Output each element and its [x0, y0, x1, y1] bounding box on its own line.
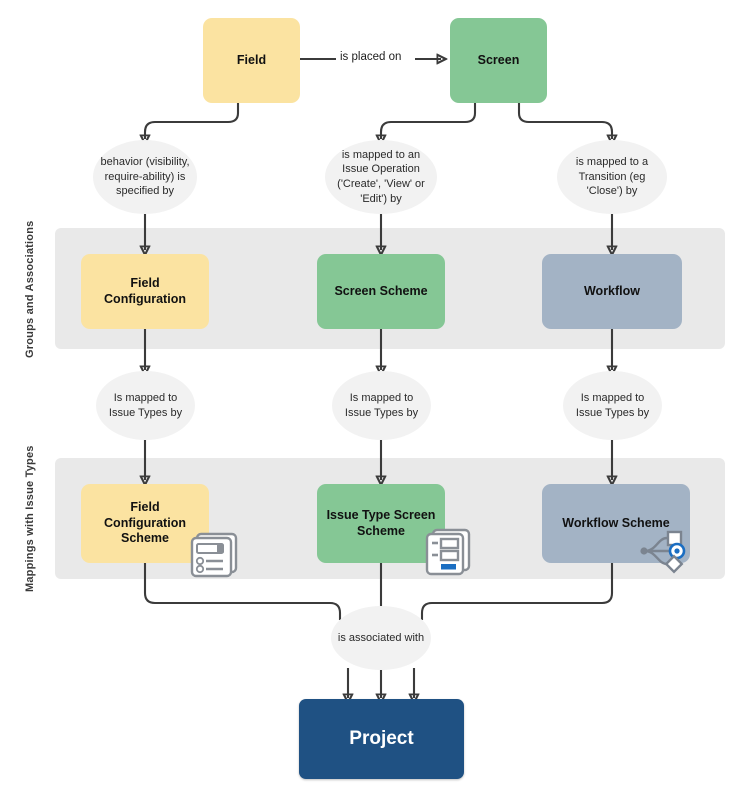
- node-field-configuration-scheme-label: Field Configuration Scheme: [104, 500, 186, 546]
- node-screen-label: Screen: [477, 52, 520, 67]
- band-label-mappings-with-issue-types: Mappings with Issue Types: [24, 445, 36, 593]
- ellipse-mapped-to-issue-types-3: Is mapped to Issue Types by: [563, 371, 662, 440]
- node-field-label: Field: [236, 52, 267, 67]
- node-project[interactable]: Project: [299, 699, 464, 779]
- node-field[interactable]: Field: [203, 18, 300, 103]
- node-field-configuration[interactable]: Field Configuration: [81, 254, 209, 329]
- ellipse-behavior-specified-by: behavior (visibility, require-ability) i…: [93, 140, 197, 214]
- ellipse-mapped-to-transition: is mapped to a Transition (eg 'Close') b…: [557, 140, 667, 214]
- node-screen-scheme[interactable]: Screen Scheme: [317, 254, 445, 329]
- ellipse-mapped-to-issue-types-2: Is mapped to Issue Types by: [332, 371, 431, 440]
- node-field-configuration-label: Field Configuration: [104, 275, 186, 306]
- node-screen-scheme-label: Screen Scheme: [334, 283, 428, 298]
- ellipse-issue-types-2-text: Is mapped to Issue Types by: [344, 391, 419, 419]
- node-workflow[interactable]: Workflow: [542, 254, 682, 329]
- ellipse-mapped-to-issue-types-1: Is mapped to Issue Types by: [96, 371, 195, 440]
- ellipse-mapped-to-issue-operation: is mapped to an Issue Operation ('Create…: [325, 140, 437, 214]
- screen-stack-icon: [420, 527, 476, 584]
- ellipse-issue-types-3-text: Is mapped to Issue Types by: [575, 391, 650, 419]
- band-label-groups-and-associations: Groups and Associations: [24, 220, 36, 358]
- node-screen[interactable]: Screen: [450, 18, 547, 103]
- diagram-canvas: Groups and Associations Mappings with Is…: [0, 0, 735, 803]
- ellipse-transition-text: is mapped to a Transition (eg 'Close') b…: [575, 156, 649, 198]
- node-workflow-label: Workflow: [583, 283, 641, 298]
- edge-label-is-placed-on: is placed on: [337, 51, 405, 63]
- ellipse-is-associated-with: is associated with: [331, 606, 431, 670]
- form-list-icon: [186, 531, 242, 588]
- ellipse-is-associated-with-text: is associated with: [337, 631, 425, 644]
- ellipse-behavior-text: behavior (visibility, require-ability) i…: [100, 156, 190, 198]
- ellipse-issue-types-1-text: Is mapped to Issue Types by: [108, 391, 183, 419]
- workflow-nodes-icon: [636, 527, 694, 584]
- node-project-label: Project: [349, 728, 414, 750]
- ellipse-issue-operation-text: is mapped to an Issue Operation ('Create…: [337, 148, 425, 205]
